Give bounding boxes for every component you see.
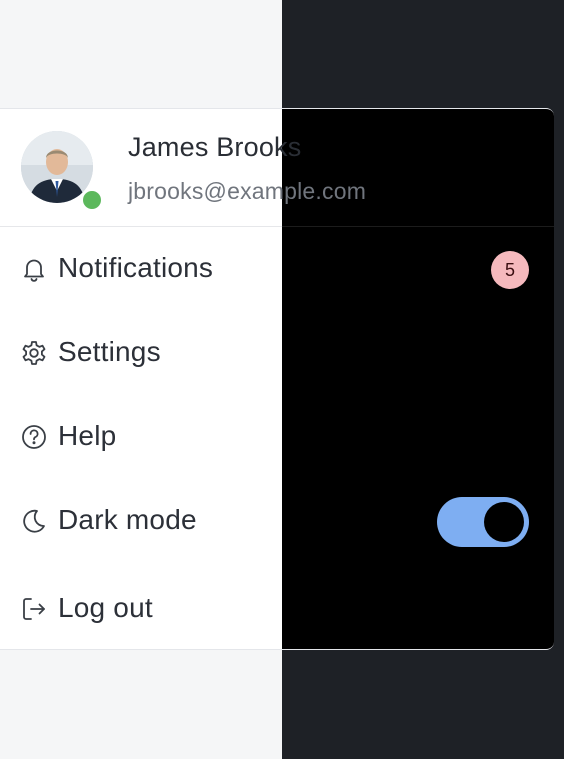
- online-status-dot: [80, 188, 104, 212]
- menu-item-log-out[interactable]: Log out: [0, 567, 554, 649]
- bell-icon: [20, 255, 48, 283]
- profile-header[interactable]: [0, 109, 554, 227]
- gear-icon: [20, 339, 48, 367]
- moon-icon: [20, 507, 48, 535]
- profile-email: jbrooks@example.com: [128, 178, 367, 204]
- menu-item-help[interactable]: Help: [0, 395, 554, 479]
- menu-item-label: Notifications: [58, 252, 214, 283]
- menu-item-label: Dark mode: [58, 504, 197, 535]
- log-out-label: Log out: [58, 592, 153, 623]
- menu-item-notifications[interactable]: Notifications 5: [0, 227, 554, 311]
- notification-count-badge: 5: [491, 251, 529, 289]
- logout-icon: [20, 595, 48, 623]
- menu-item-label: Help: [58, 420, 117, 451]
- toggle-knob: [484, 502, 524, 542]
- menu-item-settings[interactable]: Settings: [0, 311, 554, 395]
- dark-mode-toggle[interactable]: [437, 497, 529, 547]
- help-circle-icon: [20, 423, 48, 451]
- menu-item-label: Settings: [58, 336, 161, 367]
- profile-name: James Brooks: [128, 132, 302, 162]
